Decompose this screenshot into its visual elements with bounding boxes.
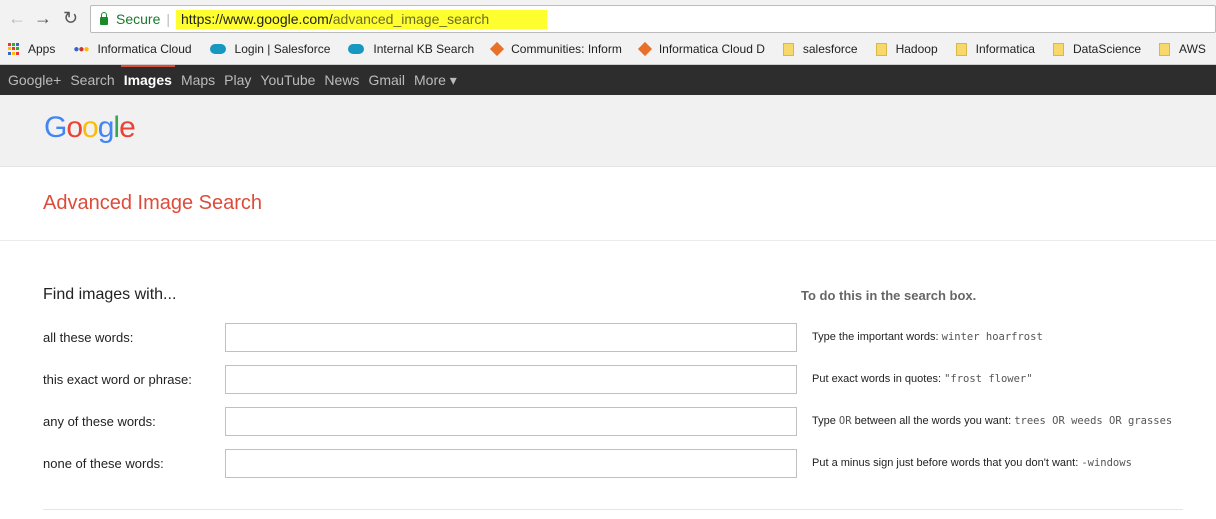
folder-icon bbox=[875, 42, 887, 56]
bookmark-label: Login | Salesforce bbox=[234, 42, 331, 56]
search-box-heading: To do this in the search box. bbox=[801, 288, 977, 303]
bookmark-internal-kb[interactable]: Internal KB Search bbox=[348, 42, 474, 56]
bookmark-label: Informatica Cloud D bbox=[658, 42, 765, 56]
url-path: advanced_image_search bbox=[332, 10, 490, 27]
exact-phrase-input[interactable] bbox=[225, 365, 797, 394]
any-words-input[interactable] bbox=[225, 407, 797, 436]
all-words-input[interactable] bbox=[225, 323, 797, 352]
browser-chrome: ← → ↻ Secure | https://www.google.com/ad… bbox=[0, 0, 1216, 65]
hint-text: Put exact words in quotes: bbox=[812, 373, 945, 385]
url-host: https://www.google.com/ bbox=[181, 10, 333, 27]
reload-icon[interactable]: ↻ bbox=[63, 8, 78, 29]
bookmark-folder-aws[interactable]: AWS bbox=[1159, 42, 1206, 56]
secure-label: Secure bbox=[116, 11, 161, 27]
exact-phrase-hint: Put exact words in quotes: "frost flower… bbox=[812, 373, 1033, 385]
informatica-icon bbox=[637, 41, 652, 57]
bookmark-informatica-cloud[interactable]: ●●● Informatica Cloud bbox=[73, 42, 191, 56]
none-words-hint: Put a minus sign just before words that … bbox=[812, 457, 1132, 469]
hint-example: -windows bbox=[1081, 457, 1132, 469]
bookmark-folder-salesforce[interactable]: salesforce bbox=[782, 42, 858, 56]
nav-google-plus[interactable]: Google+ bbox=[8, 65, 61, 95]
bookmark-login-salesforce[interactable]: Login | Salesforce bbox=[209, 42, 331, 56]
nav-images[interactable]: Images bbox=[120, 65, 176, 95]
bookmark-label: Hadoop bbox=[895, 42, 938, 56]
hint-example: "frost flower" bbox=[944, 373, 1033, 385]
nav-gmail[interactable]: Gmail bbox=[368, 65, 405, 95]
hint-text: Type bbox=[812, 415, 839, 427]
bookmark-label: Informatica Cloud bbox=[97, 42, 192, 56]
bookmark-folder-hadoop[interactable]: Hadoop bbox=[875, 42, 938, 56]
bookmark-label: Apps bbox=[28, 42, 56, 56]
bookmarks-bar: Apps ●●● Informatica Cloud Login | Salesf… bbox=[0, 37, 1216, 61]
folder-icon bbox=[782, 42, 794, 56]
apps-grid-icon bbox=[8, 43, 19, 55]
divider bbox=[43, 509, 1183, 510]
hint-text: between all the words you want: bbox=[851, 415, 1015, 427]
bookmark-informatica-cloud-d[interactable]: Informatica Cloud D bbox=[637, 41, 765, 57]
find-images-heading: Find images with... bbox=[43, 286, 177, 303]
forward-icon[interactable]: → bbox=[34, 8, 52, 29]
exact-phrase-label: this exact word or phrase: bbox=[43, 372, 192, 387]
bookmark-apps[interactable]: Apps bbox=[8, 42, 55, 56]
folder-icon bbox=[955, 42, 967, 56]
salesforce-icon bbox=[209, 44, 226, 54]
informatica-dots-icon: ●●● bbox=[73, 43, 89, 55]
bookmark-folder-datascience[interactable]: DataScience bbox=[1052, 42, 1142, 56]
separator: | bbox=[166, 11, 170, 27]
nav-play[interactable]: Play bbox=[224, 65, 251, 95]
bookmark-folder-informatica[interactable]: Informatica bbox=[955, 42, 1035, 56]
nav-search[interactable]: Search bbox=[70, 65, 114, 95]
nav-maps[interactable]: Maps bbox=[181, 65, 215, 95]
any-words-hint: Type OR between all the words you want: … bbox=[812, 415, 1172, 427]
none-words-input[interactable] bbox=[225, 449, 797, 478]
page-header bbox=[0, 95, 1216, 167]
all-words-hint: Type the important words: winter hoarfro… bbox=[812, 331, 1043, 343]
salesforce-icon bbox=[348, 44, 365, 54]
nav-more[interactable]: More ▾ bbox=[414, 65, 457, 95]
any-words-label: any of these words: bbox=[43, 414, 156, 429]
all-words-label: all these words: bbox=[43, 330, 134, 345]
hint-example: trees OR weeds OR grasses bbox=[1014, 415, 1173, 427]
nav-news[interactable]: News bbox=[324, 65, 359, 95]
google-nav-bar: Google+ Search Images Maps Play YouTube … bbox=[0, 65, 1216, 95]
address-bar[interactable]: Secure | https://www.google.com/advanced… bbox=[90, 5, 1216, 33]
folder-icon bbox=[1052, 42, 1064, 56]
lock-icon bbox=[100, 12, 108, 25]
bookmark-communities[interactable]: Communities: Inform bbox=[490, 41, 622, 57]
bookmark-label: Internal KB Search bbox=[373, 42, 475, 56]
bookmark-label: salesforce bbox=[802, 42, 858, 56]
url-text[interactable]: https://www.google.com/advanced_image_se… bbox=[176, 9, 548, 29]
bookmark-label: AWS bbox=[1179, 42, 1206, 56]
informatica-icon bbox=[490, 41, 505, 57]
hint-or: OR bbox=[838, 415, 852, 427]
google-logo[interactable]: Google bbox=[44, 111, 136, 145]
hint-text: Type the important words: bbox=[812, 331, 942, 343]
back-icon[interactable]: ← bbox=[8, 8, 26, 29]
folder-icon bbox=[1159, 42, 1171, 56]
hint-example: winter hoarfrost bbox=[941, 331, 1043, 343]
bookmark-label: Communities: Inform bbox=[511, 42, 622, 56]
divider bbox=[0, 240, 1216, 241]
page-title: Advanced Image Search bbox=[43, 192, 263, 214]
nav-youtube[interactable]: YouTube bbox=[260, 65, 315, 95]
bookmark-label: DataScience bbox=[1072, 42, 1142, 56]
hint-text: Put a minus sign just before words that … bbox=[812, 457, 1082, 469]
bookmark-label: Informatica bbox=[975, 42, 1035, 56]
none-words-label: none of these words: bbox=[43, 456, 164, 471]
